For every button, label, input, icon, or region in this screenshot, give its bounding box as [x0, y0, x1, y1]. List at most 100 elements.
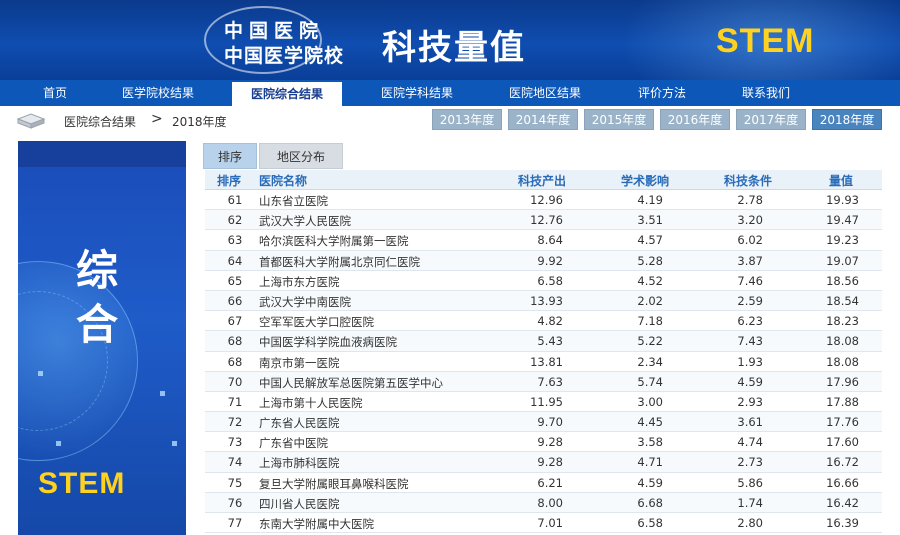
- cell-name[interactable]: 中国医学科学院血液病医院: [259, 334, 397, 350]
- cell-name[interactable]: 首都医科大学附属北京同仁医院: [259, 254, 420, 270]
- cell-rank: 76: [227, 495, 243, 510]
- nav-item-method[interactable]: 评价方法: [620, 80, 704, 106]
- header-output[interactable]: 科技产出: [518, 172, 566, 189]
- cell-name[interactable]: 广东省中医院: [259, 435, 328, 451]
- cell-impact: 3.51: [637, 213, 663, 228]
- side-char-2: 合: [76, 300, 119, 349]
- cell-output: 9.70: [537, 415, 563, 430]
- banner-stem-logo: STEM: [716, 22, 815, 60]
- cell-impact: 5.22: [637, 334, 663, 349]
- nav-item-home[interactable]: 首页: [22, 80, 88, 106]
- cell-name[interactable]: 中国人民解放军总医院第五医学中心: [259, 375, 443, 391]
- cell-output: 12.76: [530, 213, 563, 228]
- cell-rank: 72: [227, 415, 243, 430]
- year-button-2015[interactable]: 2015年度: [584, 109, 654, 130]
- cell-score: 16.42: [826, 495, 859, 510]
- cell-rank: 61: [227, 193, 243, 207]
- table-body: 61 山东省立医院 12.96 4.19 2.78 19.93 62 武汉大学人民医院 12.7…: [205, 190, 882, 534]
- cell-condition: 7.46: [737, 273, 763, 288]
- header-condition[interactable]: 科技条件: [724, 172, 772, 189]
- cell-score: 19.07: [826, 253, 859, 268]
- cell-score: 17.60: [826, 435, 859, 450]
- book-stack-icon: [16, 113, 46, 129]
- cell-rank: 68: [227, 334, 243, 349]
- cell-condition: 1.74: [737, 495, 763, 510]
- cell-score: 18.08: [826, 334, 859, 349]
- table-row: 63 哈尔滨医科大学附属第一医院 8.64 4.57 6.02 19.23: [205, 230, 882, 251]
- cell-condition: 2.80: [737, 516, 763, 530]
- cell-name[interactable]: 哈尔滨医科大学附属第一医院: [259, 233, 409, 249]
- year-button-2016[interactable]: 2016年度: [660, 109, 730, 130]
- main-nav: 首页 医学院校结果 医院综合结果 医院学科结果 医院地区结果 评价方法 联系我们: [0, 80, 900, 106]
- nav-item-hospital-region[interactable]: 医院地区结果: [492, 80, 598, 106]
- table-row: 67 空军军医大学口腔医院 4.82 7.18 6.23 18.23: [205, 311, 882, 332]
- cell-rank: 70: [227, 374, 243, 389]
- nav-item-schools[interactable]: 医学院校结果: [106, 80, 210, 106]
- table-row: 64 首都医科大学附属北京同仁医院 9.92 5.28 3.87 19.07: [205, 250, 882, 271]
- cell-name[interactable]: 四川省人民医院: [259, 496, 340, 512]
- cell-impact: 2.02: [637, 293, 663, 308]
- table-row: 74 上海市肺科医院 9.28 4.71 2.73 16.72: [205, 452, 882, 473]
- year-button-2013[interactable]: 2013年度: [432, 109, 502, 130]
- cell-name[interactable]: 南京市第一医院: [259, 355, 340, 371]
- cell-rank: 67: [227, 314, 243, 329]
- side-dot: [160, 391, 165, 396]
- cell-rank: 62: [227, 213, 243, 228]
- header-name[interactable]: 医院名称: [259, 172, 307, 189]
- breadcrumb-section[interactable]: 医院综合结果: [64, 113, 136, 130]
- header-banner: 中国医院 中国医学院校 科技量值 STEM: [0, 0, 900, 80]
- cell-name[interactable]: 复旦大学附属眼耳鼻喉科医院: [259, 476, 409, 492]
- cell-condition: 3.87: [737, 253, 763, 268]
- breadcrumb: 医院综合结果 > 2018年度 2013年度 2014年度 2015年度 201…: [0, 106, 900, 134]
- cell-condition: 6.02: [737, 233, 763, 248]
- cell-name[interactable]: 上海市第十人民医院: [259, 395, 363, 411]
- table-row: 72 广东省人民医院 9.70 4.45 3.61 17.76: [205, 412, 882, 433]
- side-dot: [172, 441, 177, 446]
- cell-impact: 4.19: [637, 193, 663, 207]
- cell-score: 17.96: [826, 374, 859, 389]
- cell-impact: 4.52: [637, 273, 663, 288]
- header-impact[interactable]: 学术影响: [621, 172, 669, 189]
- tab-ranking[interactable]: 排序: [203, 143, 257, 169]
- cell-output: 9.92: [537, 253, 563, 268]
- cell-score: 18.08: [826, 354, 859, 369]
- cell-condition: 2.93: [737, 394, 763, 409]
- nav-item-contact[interactable]: 联系我们: [724, 80, 808, 106]
- cell-impact: 2.34: [637, 354, 663, 369]
- banner-line2: 中国医学院校: [224, 45, 345, 67]
- cell-name[interactable]: 上海市东方医院: [259, 274, 340, 290]
- cell-condition: 4.74: [737, 435, 763, 450]
- cell-condition: 4.59: [737, 374, 763, 389]
- cell-impact: 5.74: [637, 374, 663, 389]
- cell-output: 6.58: [537, 273, 563, 288]
- header-rank[interactable]: 排序: [217, 172, 241, 189]
- nav-item-hospital-discipline[interactable]: 医院学科结果: [364, 80, 470, 106]
- cell-rank: 74: [227, 455, 243, 470]
- table-row: 71 上海市第十人民医院 11.95 3.00 2.93 17.88: [205, 391, 882, 413]
- cell-rank: 77: [227, 516, 243, 530]
- header-score[interactable]: 量值: [829, 172, 853, 189]
- cell-name[interactable]: 武汉大学人民医院: [259, 213, 351, 229]
- cell-impact: 6.68: [637, 495, 663, 510]
- table-row: 66 武汉大学中南医院 13.93 2.02 2.59 18.54: [205, 290, 882, 312]
- cell-impact: 7.18: [637, 314, 663, 329]
- cell-name[interactable]: 上海市肺科医院: [259, 455, 340, 471]
- cell-name[interactable]: 广东省人民医院: [259, 415, 340, 431]
- cell-name[interactable]: 空军军医大学口腔医院: [259, 314, 374, 330]
- cell-name[interactable]: 东南大学附属中大医院: [259, 516, 374, 532]
- cell-name[interactable]: 山东省立医院: [259, 193, 328, 209]
- year-button-2014[interactable]: 2014年度: [508, 109, 578, 130]
- cell-name[interactable]: 武汉大学中南医院: [259, 294, 351, 310]
- table-row: 73 广东省中医院 9.28 3.58 4.74 17.60: [205, 432, 882, 453]
- table-row: 61 山东省立医院 12.96 4.19 2.78 19.93: [205, 190, 882, 211]
- cell-score: 17.88: [826, 394, 859, 409]
- nav-item-hospital-overall[interactable]: 医院综合结果: [232, 82, 342, 106]
- year-button-2018[interactable]: 2018年度: [812, 109, 882, 130]
- cell-output: 9.28: [537, 435, 563, 450]
- table-header: 排序 医院名称 科技产出 学术影响 科技条件 量值: [205, 170, 882, 190]
- cell-output: 9.28: [537, 455, 563, 470]
- tab-region[interactable]: 地区分布: [259, 143, 343, 169]
- cell-output: 7.01: [537, 516, 563, 530]
- year-button-2017[interactable]: 2017年度: [736, 109, 806, 130]
- cell-impact: 3.00: [637, 394, 663, 409]
